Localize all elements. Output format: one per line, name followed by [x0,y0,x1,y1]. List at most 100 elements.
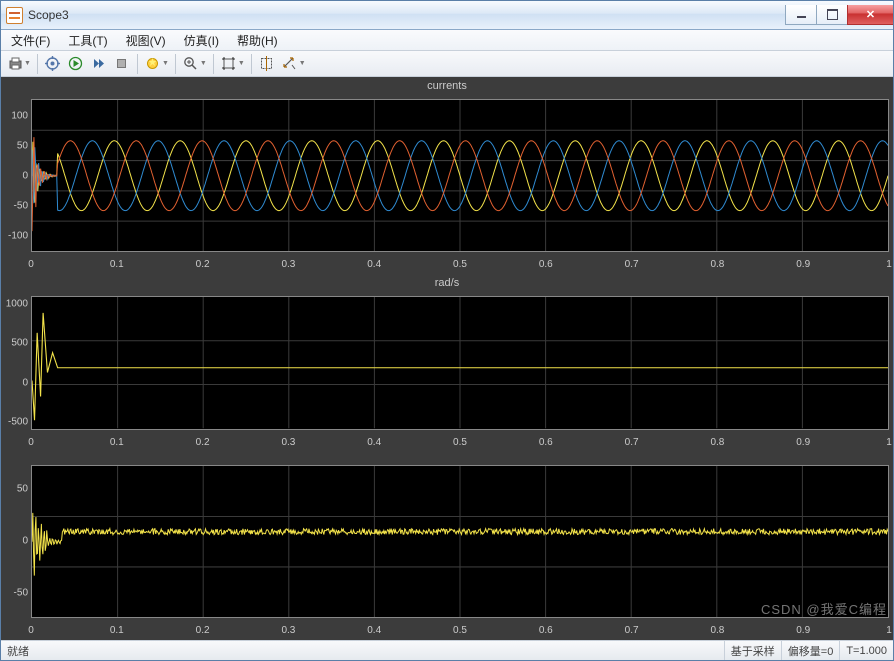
xtick: 0 [28,625,34,636]
run-icon[interactable] [65,53,87,75]
window-title: Scope3 [28,8,785,22]
separator [213,54,214,74]
graph3[interactable] [31,465,889,618]
xtick: 0.3 [281,625,295,636]
zoom-in-icon[interactable] [180,53,202,75]
app-icon [6,7,23,24]
separator [37,54,38,74]
subplot-torque[interactable]: 50 0 -50 [5,465,889,618]
xtick: 0.8 [710,625,724,636]
caret-icon[interactable]: ▼ [238,60,245,67]
plot1-svg [32,100,888,251]
subplot-rads[interactable]: 1000 500 0 -500 [5,296,889,429]
maximize-button[interactable] [816,5,847,25]
highlight-icon[interactable] [142,53,164,75]
subplot3-title [5,455,889,459]
xaxis3: 0 0.1 0.2 0.3 0.4 0.5 0.6 0.7 0.8 0.9 1 [31,624,889,637]
caret-icon[interactable]: ▼ [299,60,306,67]
stop-icon[interactable] [111,53,133,75]
xtick: 1 [886,625,892,636]
menu-tools[interactable]: 工具(T) [60,31,115,50]
xtick: 0.9 [796,259,810,270]
ytick: -500 [8,416,28,427]
window: Scope3 文件(F) 工具(T) 视图(V) 仿真(I) 帮助(H) ▼ ▼… [0,0,894,661]
xtick: 0.6 [539,625,553,636]
caret-icon[interactable]: ▼ [200,60,207,67]
status-offset: 偏移量=0 [781,641,840,660]
separator [175,54,176,74]
cursor-icon[interactable] [256,53,278,75]
status-ready: 就绪 [1,643,724,659]
xtick: 0.7 [625,259,639,270]
xtick: 0.3 [281,437,295,448]
xtick: 0.7 [625,625,639,636]
ytick: 0 [22,378,28,389]
xtick: 1 [886,259,892,270]
statusbar: 就绪 基于采样 偏移量=0 T=1.000 [1,640,893,660]
status-time: T=1.000 [839,641,893,660]
graph2[interactable] [31,296,889,429]
xtick: 0.3 [281,259,295,270]
menu-file[interactable]: 文件(F) [3,31,58,50]
close-button[interactable] [847,5,893,25]
ytick: 50 [17,140,28,151]
xtick: 0.4 [367,437,381,448]
xtick: 0.6 [539,437,553,448]
caret-icon[interactable]: ▼ [24,60,31,67]
yaxis2: 1000 500 0 -500 [5,296,31,429]
separator [137,54,138,74]
xtick: 0.2 [196,625,210,636]
plot2-svg [32,297,888,428]
yaxis3: 50 0 -50 [5,465,31,618]
xtick: 0.8 [710,437,724,448]
yaxis1: 100 50 0 -50 -100 [5,99,31,252]
xtick: 0.8 [710,259,724,270]
print-icon[interactable] [4,53,26,75]
menu-simulation[interactable]: 仿真(I) [176,31,227,50]
xtick: 0 [28,259,34,270]
plot3-svg [32,466,888,617]
step-icon[interactable] [88,53,110,75]
status-sampling: 基于采样 [724,641,781,660]
xtick: 0.9 [796,625,810,636]
xtick: 0.9 [796,437,810,448]
window-buttons [785,5,893,25]
ytick: 0 [22,536,28,547]
titlebar[interactable]: Scope3 [1,1,893,30]
subplot1-title: currents [5,80,889,93]
ytick: 500 [11,338,28,349]
toolbar: ▼ ▼ ▼ ▼ ▼ [1,51,893,77]
xtick: 0.7 [625,437,639,448]
xtick: 0.6 [539,259,553,270]
minimize-button[interactable] [785,5,816,25]
settings-icon[interactable] [42,53,64,75]
ytick: 0 [22,170,28,181]
xtick: 0.1 [110,259,124,270]
separator [251,54,252,74]
xtick: 0.1 [110,437,124,448]
xaxis1: 0 0.1 0.2 0.3 0.4 0.5 0.6 0.7 0.8 0.9 1 [31,258,889,271]
xtick: 0.5 [453,625,467,636]
xtick: 0.2 [196,437,210,448]
subplot-currents[interactable]: 100 50 0 -50 -100 [5,99,889,252]
xtick: 0.4 [367,625,381,636]
menubar: 文件(F) 工具(T) 视图(V) 仿真(I) 帮助(H) [1,30,893,51]
graph1[interactable] [31,99,889,252]
xtick: 1 [886,437,892,448]
caret-icon[interactable]: ▼ [162,60,169,67]
scope-content: currents 100 50 0 -50 -100 0 0.1 0.2 0.3… [1,77,893,640]
menu-help[interactable]: 帮助(H) [229,31,286,50]
autoscale-icon[interactable] [218,53,240,75]
xaxis2: 0 0.1 0.2 0.3 0.4 0.5 0.6 0.7 0.8 0.9 1 [31,436,889,449]
xtick: 0 [28,437,34,448]
ytick: 1000 [6,299,28,310]
ytick: -50 [14,200,28,211]
ytick: -50 [14,588,28,599]
xtick: 0.2 [196,259,210,270]
ytick: 50 [17,484,28,495]
menu-view[interactable]: 视图(V) [118,31,174,50]
measure-icon[interactable] [279,53,301,75]
xtick: 0.4 [367,259,381,270]
plot-area: currents 100 50 0 -50 -100 0 0.1 0.2 0.3… [5,80,889,637]
xtick: 0.5 [453,437,467,448]
